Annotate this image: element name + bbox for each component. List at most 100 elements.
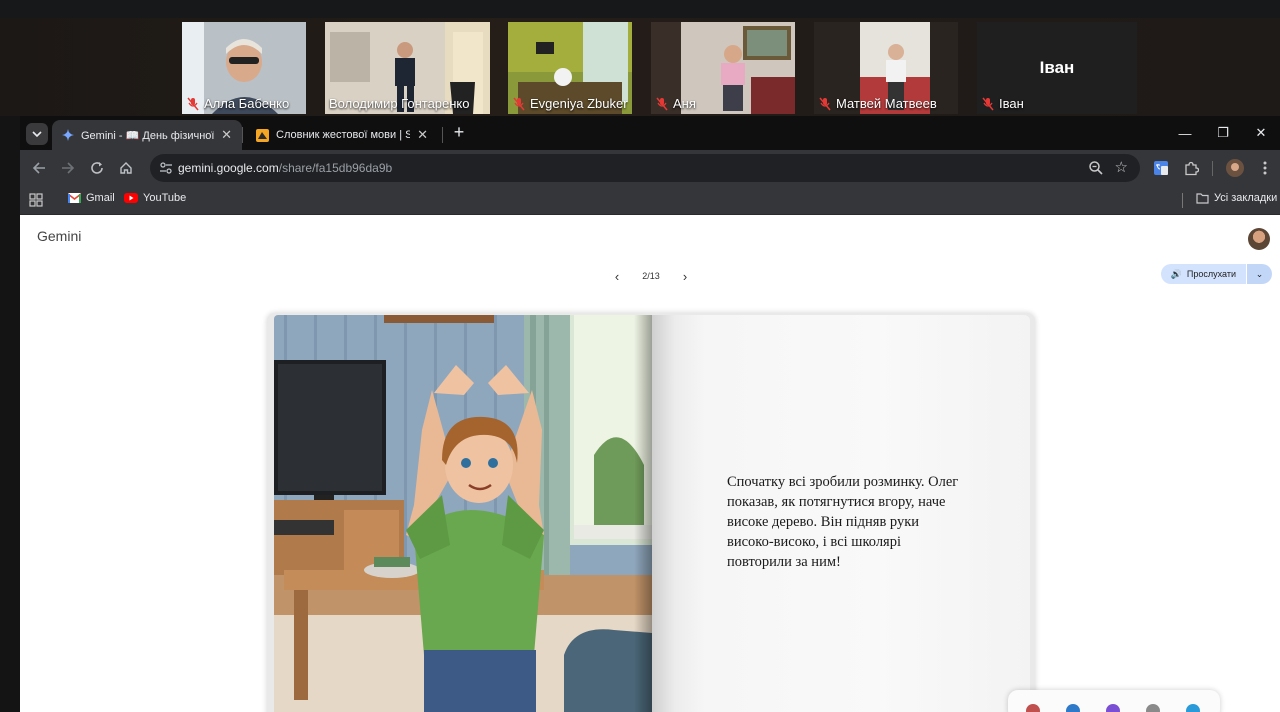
tab-divider	[242, 127, 243, 143]
puzzle-icon	[1184, 161, 1199, 175]
tab-gemini[interactable]: Gemini - 📖 День фізичної ку ✕	[52, 120, 242, 150]
participant-name-row: Матвей Матвеев	[818, 96, 937, 111]
toolbar-divider	[1212, 161, 1213, 176]
participant-name: Аня	[673, 96, 696, 111]
browser-toolbar: gemini.google.com/share/fa15db96da9b ☆	[20, 150, 1280, 186]
spreadthesign-icon	[256, 128, 269, 142]
participant-tile-active[interactable]: Володимир Гонтаренко	[325, 22, 490, 114]
url-path: /share/fa15db96da9b	[278, 161, 393, 175]
story-illustration	[274, 315, 652, 712]
participant-tile-camera-off[interactable]: Іван Іван	[977, 22, 1137, 114]
profile-button[interactable]	[1224, 157, 1246, 179]
address-bar[interactable]: gemini.google.com/share/fa15db96da9b ☆	[150, 154, 1140, 182]
home-button[interactable]	[115, 157, 137, 179]
arrow-right-icon	[62, 162, 75, 174]
close-tab-icon[interactable]: ✕	[221, 127, 232, 143]
participant-name-row: Аня	[655, 96, 696, 111]
participant-tile[interactable]: Матвей Матвеев	[814, 22, 958, 114]
mic-muted-icon	[982, 97, 994, 110]
bookmark-youtube[interactable]: YouTube	[124, 192, 186, 204]
gemini-logo[interactable]: Gemini	[37, 228, 81, 244]
next-page-button[interactable]: ›	[678, 269, 692, 284]
gmail-icon	[68, 193, 81, 203]
mic-muted-icon	[187, 97, 199, 110]
window-controls: — ❐ ✕	[1166, 116, 1280, 150]
illustration-page	[274, 315, 652, 712]
url-host: gemini.google.com	[178, 161, 279, 175]
home-icon	[120, 162, 132, 174]
participant-name: Алла Бабенко	[204, 96, 290, 111]
participant-name-row: Іван	[981, 96, 1024, 111]
gemini-sparkle-icon	[62, 129, 74, 141]
tab-title: Словник жестової мови | Spre	[276, 129, 411, 141]
new-tab-button[interactable]: +	[448, 122, 470, 144]
youtube-icon	[124, 193, 138, 203]
chevron-down-icon	[32, 131, 42, 138]
mic-muted-icon	[513, 97, 525, 110]
participant-tile[interactable]: Алла Бабенко	[182, 22, 306, 114]
page-counter: 2/13	[642, 271, 660, 281]
story-text: Спочатку всі зробили розминку. Олег пока…	[727, 474, 959, 570]
site-info-icon	[160, 162, 172, 174]
listen-label: Прослухати	[1186, 269, 1236, 279]
tab-sign-language[interactable]: Словник жестової мови | Spre ✕	[246, 120, 438, 150]
listen-button[interactable]: 🔊 Прослухати	[1160, 264, 1246, 284]
mic-muted-icon	[656, 97, 668, 110]
tab-bar: Gemini - 📖 День фізичної ку ✕ Словник же…	[20, 116, 1280, 150]
bookmark-star-icon[interactable]: ☆	[1115, 158, 1128, 176]
dock-app-icon[interactable]	[1106, 704, 1120, 712]
apps-grid-icon[interactable]	[29, 193, 43, 207]
bookmark-label: YouTube	[143, 192, 187, 204]
dock-app-icon[interactable]	[1146, 704, 1160, 712]
url-text: gemini.google.com/share/fa15db96da9b	[178, 161, 392, 175]
reload-icon	[91, 162, 103, 174]
participant-name: Evgeniya Zbuker	[530, 96, 628, 111]
arrow-left-icon	[32, 162, 45, 174]
participant-name: Матвей Матвеев	[836, 96, 937, 111]
storybook: Спочатку всі зробили розминку. Олег пока…	[267, 313, 1035, 712]
bookmark-label: Gmail	[86, 192, 115, 204]
participant-tile[interactable]: Evgeniya Zbuker	[508, 22, 632, 114]
bookmarks-divider	[1182, 193, 1183, 208]
folder-icon	[1196, 192, 1209, 204]
text-page: Спочатку всі зробили розминку. Олег пока…	[652, 315, 1030, 712]
tab-search-button[interactable]	[26, 123, 48, 145]
all-bookmarks-button[interactable]: Усі закладки	[1196, 192, 1277, 204]
zoom-icon[interactable]	[1088, 160, 1104, 176]
forward-button[interactable]	[57, 157, 79, 179]
participant-name-row: Алла Бабенко	[186, 96, 289, 111]
close-window-button[interactable]: ✕	[1242, 116, 1280, 150]
restore-button[interactable]: ❐	[1204, 116, 1242, 150]
page-navigator: ‹ 2/13 ›	[610, 267, 692, 285]
translate-icon	[1154, 161, 1168, 175]
gemini-page: Gemini ‹ 2/13 › 🔊 Прослухати ⌄ Спочатку …	[20, 215, 1280, 712]
listen-options-button[interactable]: ⌄	[1247, 264, 1272, 284]
dock-app-icon[interactable]	[1186, 704, 1200, 712]
bookmark-gmail[interactable]: Gmail	[68, 192, 115, 204]
prev-page-button[interactable]: ‹	[610, 269, 624, 284]
profile-avatar-icon	[1226, 159, 1244, 177]
floating-app-dock	[1008, 690, 1220, 712]
participant-name: Іван	[999, 96, 1024, 111]
tab-title: Gemini - 📖 День фізичної ку	[81, 129, 215, 142]
browser-window: Gemini - 📖 День фізичної ку ✕ Словник же…	[20, 116, 1280, 712]
video-call-strip: Алла Бабенко Володимир Гонтаренко Evgeni…	[0, 0, 1280, 116]
speaker-icon: 🔊	[1170, 268, 1182, 279]
extensions-button[interactable]	[1180, 157, 1202, 179]
minimize-button[interactable]: —	[1166, 116, 1204, 150]
dock-app-icon[interactable]	[1066, 704, 1080, 712]
kebab-menu-icon	[1263, 161, 1267, 175]
participant-big-name: Іван	[1039, 58, 1075, 77]
dock-app-icon[interactable]	[1026, 704, 1040, 712]
close-tab-icon[interactable]: ✕	[417, 127, 428, 143]
participant-name-row: Evgeniya Zbuker	[512, 96, 628, 111]
participant-name: Володимир Гонтаренко	[329, 96, 470, 111]
back-button[interactable]	[28, 157, 50, 179]
translate-extension-button[interactable]	[1150, 157, 1172, 179]
reload-button[interactable]	[86, 157, 108, 179]
user-avatar[interactable]	[1248, 228, 1270, 250]
mic-muted-icon	[819, 97, 831, 110]
browser-menu-button[interactable]	[1254, 157, 1276, 179]
bookmarks-bar: Gmail YouTube Усі закладки	[20, 186, 1280, 215]
participant-tile[interactable]: Аня	[651, 22, 795, 114]
